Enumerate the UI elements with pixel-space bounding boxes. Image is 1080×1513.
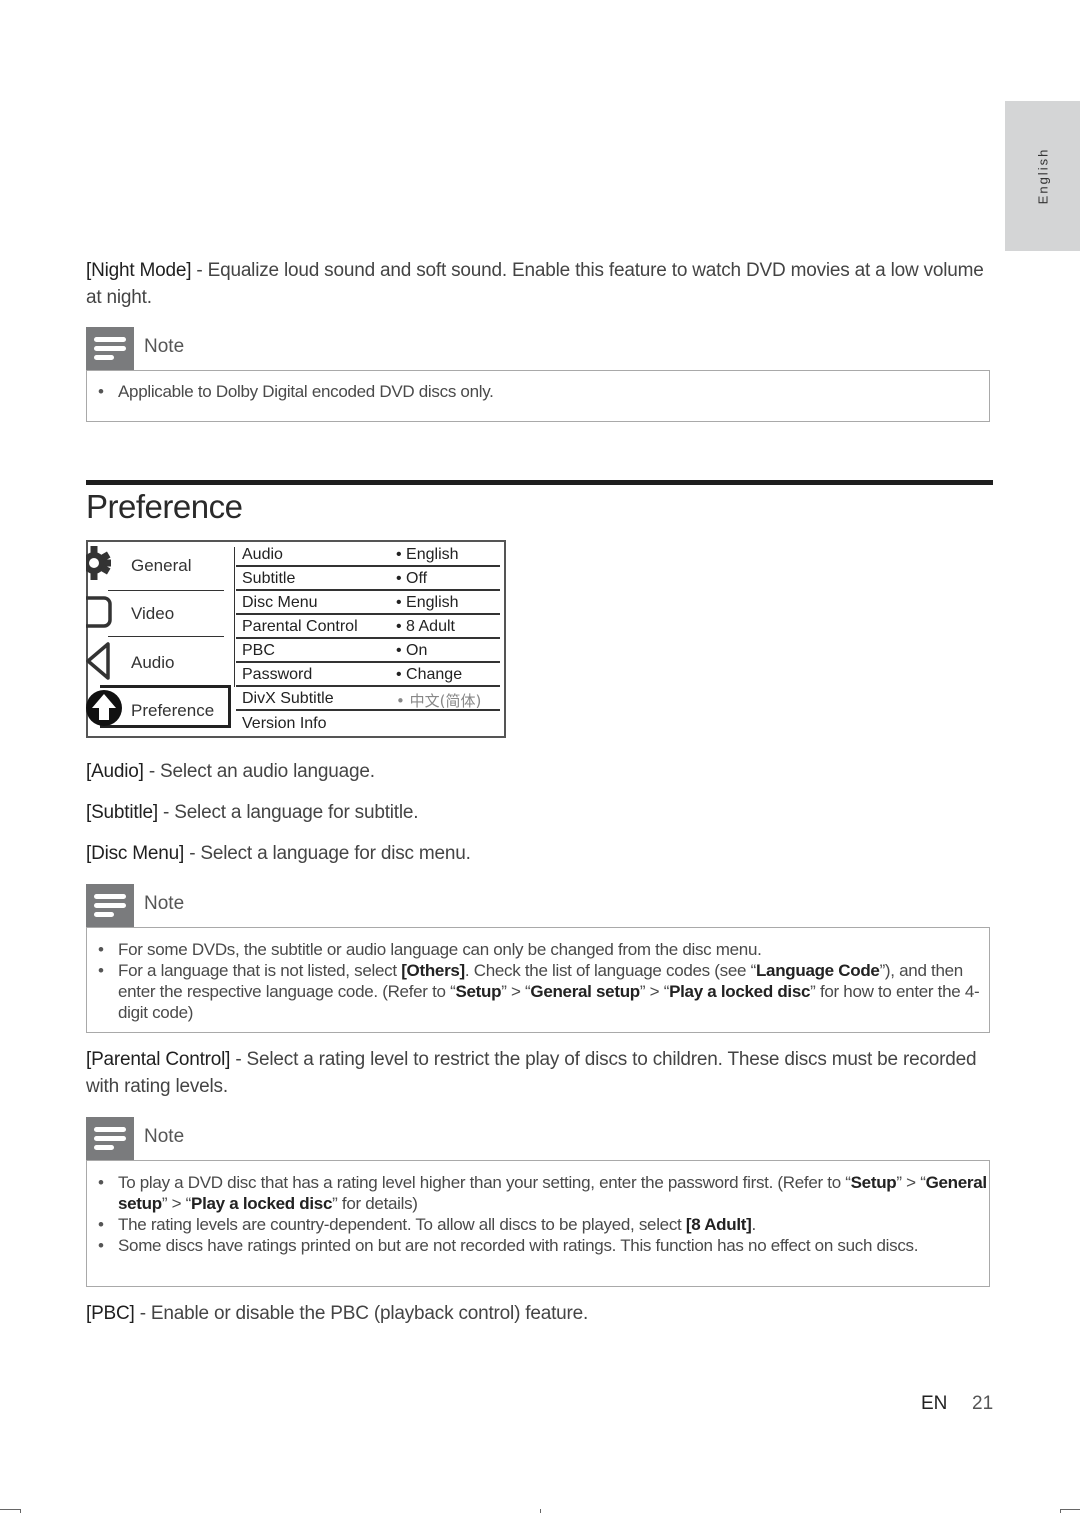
menu-row-value: • 8 Adult: [396, 618, 455, 635]
disc-menu-text: - Select a language for disc menu.: [184, 843, 471, 864]
menu-row-value: • On: [396, 642, 428, 659]
note-box: Applicable to Dolby Digital encoded DVD …: [86, 370, 990, 422]
note-item: To play a DVD disc that has a rating lev…: [87, 1172, 989, 1214]
menu-category-label: Preference: [131, 701, 215, 720]
note-title: Note: [144, 1126, 185, 1147]
menu-row-version-info: Version Info: [236, 712, 500, 736]
note-header: Note: [86, 1117, 286, 1161]
menu-category-general: General: [86, 542, 228, 591]
menu-row-label: Version Info: [242, 715, 327, 732]
menu-row-password: Password • Change: [236, 663, 500, 687]
menu-row-label: Disc Menu: [242, 594, 318, 611]
note-icon: [86, 327, 134, 371]
note-header: Note: [86, 884, 286, 928]
menu-row-divx-subtitle: DivX Subtitle • 中文(简体): [236, 687, 500, 711]
menu-row-label: Parental Control: [242, 618, 358, 635]
divider: [108, 636, 224, 637]
crop-mark: [0, 1509, 20, 1510]
menu-row-value: • Change: [396, 666, 463, 683]
subtitle-term: [Subtitle]: [86, 802, 158, 823]
note-icon: [86, 1117, 134, 1161]
menu-row-value: • Off: [396, 570, 428, 587]
divider: [234, 547, 235, 687]
menu-row-label: Audio: [242, 546, 283, 563]
subtitle-text: - Select a language for subtitle.: [157, 802, 419, 823]
menu-category-preference: Preference: [86, 686, 228, 734]
menu-row-value: • English: [396, 546, 459, 563]
menu-row-value: • English: [396, 594, 459, 611]
menu-category-audio: Audio: [86, 638, 228, 686]
section-title: Preference: [86, 488, 243, 525]
night-mode-text: - Equalize loud sound and soft sound. En…: [86, 260, 984, 308]
menu-row-label: DivX Subtitle: [242, 690, 334, 707]
note-title: Note: [144, 336, 185, 357]
menu-row-label: PBC: [242, 642, 275, 659]
note-box: To play a DVD disc that has a rating lev…: [86, 1160, 990, 1287]
menu-row-label: Password: [242, 666, 313, 683]
menu-category-label: Video: [131, 604, 175, 623]
menu-category-label: Audio: [131, 653, 175, 672]
gear-icon: [86, 546, 111, 580]
video-icon: [86, 596, 112, 628]
language-side-tab-label: English: [1035, 147, 1050, 205]
menu-row-label: Subtitle: [242, 570, 296, 587]
crop-mark: [1060, 1509, 1080, 1510]
note-title: Note: [144, 893, 185, 914]
footer-language-code: EN: [921, 1393, 948, 1414]
crop-mark: [20, 1509, 21, 1513]
note-item: For a language that is not listed, selec…: [87, 960, 989, 1023]
language-side-tab: English: [1005, 101, 1080, 251]
preference-icon: [86, 690, 122, 726]
menu-category-label: General: [131, 556, 192, 575]
menu-row-pbc: PBC • On: [236, 639, 500, 663]
night-mode-term: [Night Mode]: [86, 260, 192, 281]
crop-mark: [540, 1509, 541, 1513]
pbc-text: - Enable or disable the PBC (playback co…: [134, 1303, 589, 1324]
audio-text: - Select an audio language.: [143, 761, 375, 782]
note-header: Note: [86, 327, 286, 371]
parental-control-term: [Parental Control]: [86, 1049, 231, 1070]
note-box: For some DVDs, the subtitle or audio lan…: [86, 927, 990, 1033]
preference-menu-diagram: General Video Audio Preference Audio • E…: [86, 540, 506, 738]
note-item: For some DVDs, the subtitle or audio lan…: [87, 939, 989, 960]
pbc-term: [PBC]: [86, 1303, 135, 1324]
note-item: The rating levels are country-dependent.…: [87, 1214, 989, 1235]
menu-row-disc-menu: Disc Menu • English: [236, 591, 500, 615]
menu-row-audio: Audio • English: [236, 543, 500, 567]
menu-category-video: Video: [86, 590, 228, 638]
night-mode-description: [Night Mode] - Equalize loud sound and s…: [86, 257, 996, 311]
note-item: Applicable to Dolby Digital encoded DVD …: [87, 381, 989, 402]
menu-row-value: • 中文(简体): [396, 692, 482, 710]
section-rule: [86, 480, 993, 485]
disc-menu-term: [Disc Menu]: [86, 843, 185, 864]
crop-mark: [1060, 1509, 1061, 1513]
menu-row-subtitle: Subtitle • Off: [236, 567, 500, 591]
pbc-description: [PBC] - Enable or disable the PBC (playb…: [86, 1300, 996, 1327]
parental-control-description: [Parental Control] - Select a rating lev…: [86, 1046, 996, 1100]
audio-description: [Audio] - Select an audio language.: [86, 758, 996, 785]
note-icon: [86, 884, 134, 928]
subtitle-description: [Subtitle] - Select a language for subti…: [86, 799, 996, 826]
speaker-icon: [86, 642, 110, 680]
audio-term: [Audio]: [86, 761, 144, 782]
page-number: 21: [972, 1393, 994, 1414]
menu-row-parental-control: Parental Control • 8 Adult: [236, 615, 500, 639]
note-item: Some discs have ratings printed on but a…: [87, 1235, 989, 1256]
disc-menu-description: [Disc Menu] - Select a language for disc…: [86, 840, 996, 867]
